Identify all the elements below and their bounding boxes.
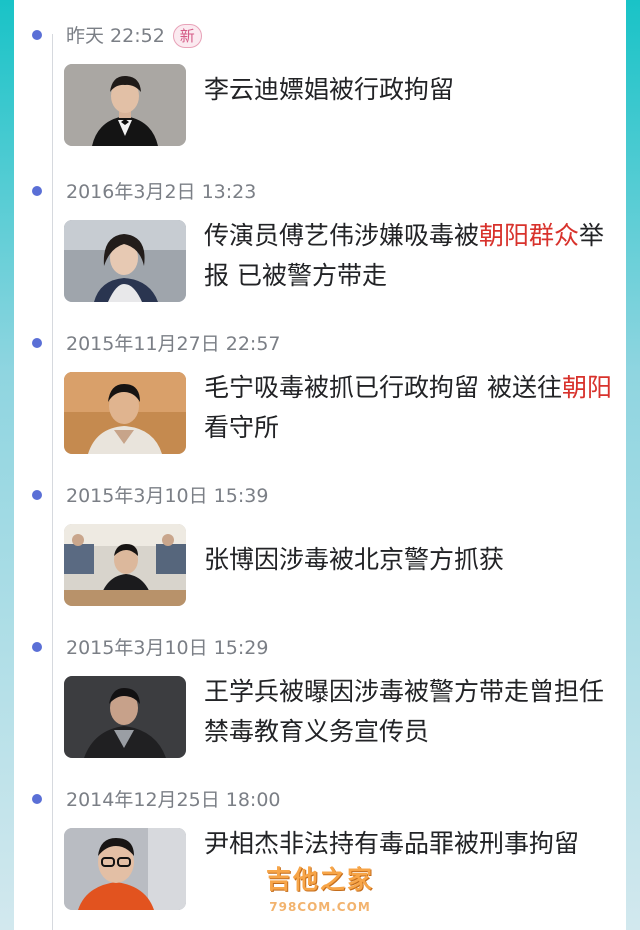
entry-time-text: 2015年3月10日 15:39 <box>66 485 269 507</box>
entry-time-text: 2016年3月2日 13:23 <box>66 181 257 203</box>
timeline-dot <box>32 338 42 348</box>
portrait-man-tuxedo-image <box>64 64 186 146</box>
entry-thumbnail[interactable] <box>64 828 186 910</box>
entry-time: 2015年3月10日 15:39 <box>66 481 268 508</box>
headline-text: 毛宁吸毒被抓已行政拘留 被送往 <box>204 373 562 402</box>
entry-thumbnail[interactable] <box>64 676 186 758</box>
headline-text: 传演员傅艺伟涉嫌吸毒被 <box>204 221 480 250</box>
entry-headline[interactable]: 张博因涉毒被北京警方抓获 <box>204 540 614 580</box>
timeline-dot <box>32 490 42 500</box>
new-badge: 新 <box>172 24 202 48</box>
entry-thumbnail[interactable] <box>64 64 186 146</box>
headline-text: 看守所 <box>204 413 280 442</box>
entry-headline[interactable]: 尹相杰非法持有毒品罪被刑事拘留 <box>204 824 614 864</box>
timeline-dot <box>32 186 42 196</box>
headline-text: 李云迪嫖娼被行政拘留 <box>204 75 455 104</box>
entry-headline[interactable]: 毛宁吸毒被抓已行政拘留 被送往朝阳看守所 <box>204 368 614 448</box>
entry-time-text: 2015年3月10日 15:29 <box>66 637 269 659</box>
timeline-dot <box>32 642 42 652</box>
entry-headline[interactable]: 王学兵被曝因涉毒被警方带走曾担任禁毒教育义务宣传员 <box>204 672 614 752</box>
entry-headline[interactable]: 李云迪嫖娼被行政拘留 <box>204 70 614 110</box>
watermark-logo: 吉他之家 798COM.COM <box>266 860 374 914</box>
entry-thumbnail[interactable] <box>64 220 186 302</box>
headline-highlight: 朝阳群众 <box>479 221 580 250</box>
portrait-man-dark-image <box>64 676 186 758</box>
timeline-entry[interactable]: 2015年11月27日 22:57 毛宁吸毒被抓已行政拘留 被送往朝阳看守所 <box>14 308 626 458</box>
entry-time-text: 2015年11月27日 22:57 <box>66 333 281 355</box>
timeline-entry[interactable]: 2016年3月2日 13:23 传演员傅艺伟涉嫌吸毒被朝阳群众举报 已被警方带走 <box>14 156 626 306</box>
headline-text: 王学兵被曝因涉毒被警方带走曾担任禁毒教育义务宣传员 <box>204 677 605 746</box>
timeline-entry[interactable]: 2015年3月10日 15:29 王学兵被曝因涉毒被警方带走曾担任禁毒教育义务宣… <box>14 612 626 762</box>
entry-headline[interactable]: 传演员傅艺伟涉嫌吸毒被朝阳群众举报 已被警方带走 <box>204 216 614 296</box>
entry-time: 昨天 22:52 新 <box>66 21 202 48</box>
portrait-man-court-image <box>64 372 186 454</box>
entry-thumbnail[interactable] <box>64 524 186 606</box>
timeline-dot <box>32 30 42 40</box>
watermark-text: 吉他之家 <box>266 865 375 894</box>
entry-time-text: 昨天 22:52 <box>66 25 165 47</box>
watermark-subtext: 798COM.COM <box>269 900 371 914</box>
timeline-entry[interactable]: 昨天 22:52 新 李云迪嫖娼被行政拘留 <box>14 0 626 150</box>
entry-time: 2014年12月25日 18:00 <box>66 785 281 812</box>
entry-time: 2015年3月10日 15:29 <box>66 633 268 660</box>
entry-thumbnail[interactable] <box>64 372 186 454</box>
court-scene-image <box>64 524 186 606</box>
news-timeline-panel: 昨天 22:52 新 李云迪嫖娼被行政拘留 2016年3月2日 13:23 传演… <box>14 0 626 930</box>
timeline-dot <box>32 794 42 804</box>
entry-time: 2016年3月2日 13:23 <box>66 177 256 204</box>
headline-text: 张博因涉毒被北京警方抓获 <box>204 545 505 574</box>
portrait-man-glasses-image <box>64 828 186 910</box>
portrait-woman-image <box>64 220 186 302</box>
timeline-entry[interactable]: 2015年3月10日 15:39 张博因涉毒被北京警方抓获 <box>14 460 626 610</box>
entry-time: 2015年11月27日 22:57 <box>66 329 281 356</box>
entry-time-text: 2014年12月25日 18:00 <box>66 789 281 811</box>
headline-text: 尹相杰非法持有毒品罪被刑事拘留 <box>204 829 580 858</box>
headline-highlight: 朝阳 <box>561 373 612 402</box>
